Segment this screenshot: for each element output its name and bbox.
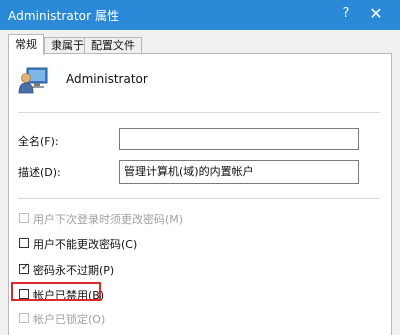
description-label: 描述(D):: [18, 166, 61, 179]
option-account-locked-label: 帐户已锁定(O): [33, 313, 106, 326]
separator: [18, 198, 380, 199]
checkbox-cannot-change-password[interactable]: [19, 238, 29, 248]
user-name: Administrator: [66, 72, 148, 86]
option-cannot-change-password-label: 用户不能更改密码(C): [33, 238, 138, 251]
tab-profile[interactable]: 配置文件: [84, 37, 142, 54]
checkmark-icon: ✓: [21, 262, 30, 273]
full-name-label: 全名(F):: [18, 135, 59, 148]
checkbox-must-change-password[interactable]: [19, 213, 29, 223]
close-button[interactable]: ✕: [364, 2, 388, 26]
help-button[interactable]: ?: [334, 2, 358, 26]
option-must-change-password-label: 用户下次登录时须更改密码(M): [33, 213, 184, 226]
title-bar[interactable]: Administrator 属性 ? ✕: [0, 0, 400, 30]
tab-general[interactable]: 常规: [8, 34, 44, 55]
highlight-box: [11, 282, 101, 301]
checkbox-account-locked[interactable]: [19, 313, 29, 323]
checkbox-password-never-expires[interactable]: ✓: [19, 262, 30, 274]
user-computer-icon: [18, 67, 48, 94]
option-password-never-expires-label: 密码永不过期(P): [33, 264, 115, 277]
full-name-field[interactable]: [119, 128, 359, 150]
separator: [18, 112, 380, 113]
window-title: Administrator 属性: [8, 9, 120, 23]
description-field[interactable]: 管理计算机(域)的内置帐户: [119, 160, 359, 184]
